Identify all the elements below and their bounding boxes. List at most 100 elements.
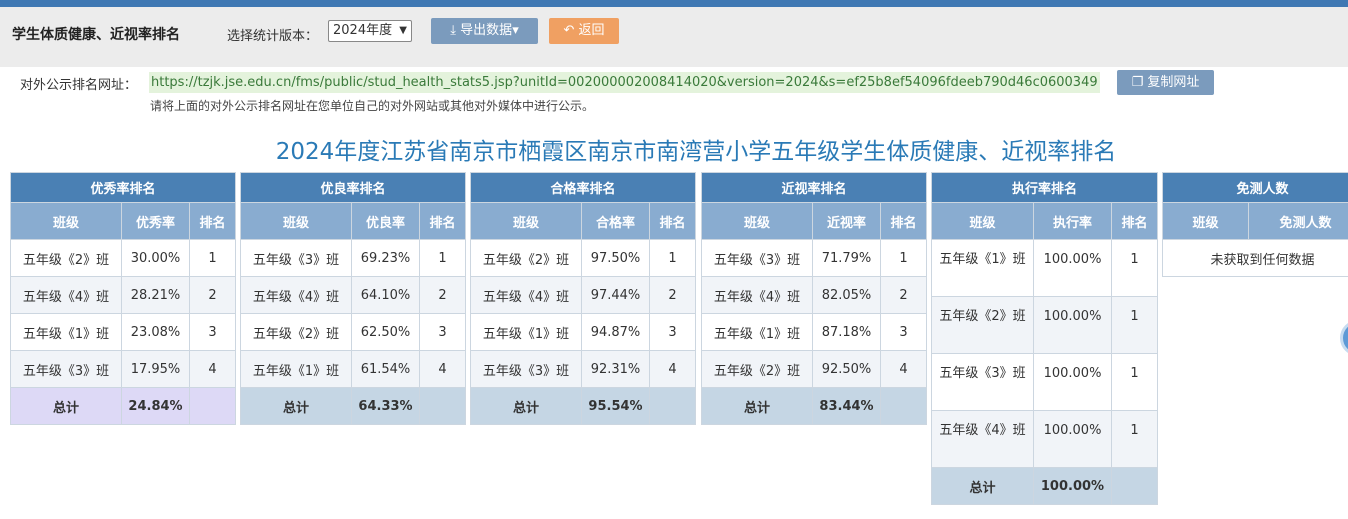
rank-cell: 3 (418, 313, 467, 351)
copy-url-button[interactable]: ❐ 复制网址 (1117, 70, 1214, 95)
class-cell: 五年级《2》班 (931, 296, 1034, 354)
table-row: 五年级《1》班 87.18% 3 (701, 313, 928, 351)
rank-cell: 4 (188, 350, 237, 388)
page-header: 学生体质健康、近视率排名 选择统计版本： 2024年度 ▼ ⤓ 导出数据▾ ↶ … (0, 7, 1348, 67)
total-value: 100.00% (1033, 467, 1112, 505)
excellent-rate-table: 优秀率排名 班级 优秀率 排名 五年级《2》班 30.00% 1 五年级《4》班 28… (9, 172, 237, 425)
export-data-button[interactable]: ⤓ 导出数据▾ (431, 18, 538, 44)
column-header: 优秀率 (121, 202, 190, 240)
column-header: 排名 (879, 202, 928, 240)
total-empty-cell (188, 387, 237, 425)
table-row: 五年级《1》班 94.87% 3 (470, 313, 697, 351)
public-url-hint: 请将上面的对外公示排名网址在您单位自己的对外网站或其他对外媒体中进行公示。 (150, 99, 595, 113)
table-row: 五年级《3》班 17.95% 4 (10, 350, 237, 388)
table-row: 五年级《4》班 28.21% 2 (10, 276, 237, 314)
back-label: 返回 (578, 23, 605, 38)
rank-cell: 1 (188, 239, 237, 277)
column-header: 近视率 (812, 202, 881, 240)
class-cell: 五年级《4》班 (701, 276, 813, 314)
table-row: 五年级《2》班 100.00% 1 (931, 296, 1159, 354)
class-cell: 五年级《3》班 (701, 239, 813, 277)
column-header: 班级 (240, 202, 352, 240)
rank-cell: 1 (1110, 296, 1159, 354)
total-empty-cell (648, 387, 697, 425)
page-title: 学生体质健康、近视率排名 (12, 27, 180, 43)
class-cell: 五年级《1》班 (470, 313, 582, 351)
rate-cell: 71.79% (812, 239, 881, 277)
column-header: 免测人数 (1247, 202, 1348, 240)
rank-cell: 1 (648, 239, 697, 277)
rank-cell: 4 (648, 350, 697, 388)
main-title: 2024年度江苏省南京市栖霞区南京市南湾营小学五年级学生体质健康、近视率排名 (275, 139, 1117, 165)
back-button[interactable]: ↶ 返回 (549, 18, 619, 44)
class-cell: 五年级《1》班 (240, 350, 352, 388)
rate-cell: 62.50% (351, 313, 420, 351)
rate-cell: 17.95% (121, 350, 190, 388)
class-cell: 五年级《4》班 (931, 410, 1034, 468)
exempt-table-clip: 免测人数 班级 免测人数 未获取到任何数据 (1162, 172, 1348, 282)
total-value: 83.44% (812, 387, 881, 425)
table-row: 五年级《1》班 61.54% 4 (240, 350, 467, 388)
total-row: 总计 24.84% (10, 387, 237, 425)
column-header: 班级 (470, 202, 582, 240)
rate-cell: 69.23% (351, 239, 420, 277)
total-empty-cell (879, 387, 928, 425)
column-header: 排名 (188, 202, 237, 240)
rate-cell: 87.18% (812, 313, 881, 351)
table-title: 优良率排名 (239, 172, 467, 203)
table-row: 五年级《4》班 100.00% 1 (931, 410, 1159, 468)
table-title: 近视率排名 (700, 172, 928, 203)
version-select[interactable]: 2024年度 ▼ (328, 20, 412, 42)
table-title: 合格率排名 (469, 172, 697, 203)
public-url-row: 对外公示排名网址： https://tzjk.jse.edu.cn/fms/pu… (0, 68, 1348, 118)
rate-cell: 64.10% (351, 276, 420, 314)
top-strip (0, 0, 1348, 7)
total-value: 95.54% (581, 387, 650, 425)
rate-cell: 97.50% (581, 239, 650, 277)
chevron-down-icon: ▼ (399, 25, 407, 36)
back-arrow-icon: ↶ (563, 23, 575, 38)
total-empty-cell (1110, 467, 1159, 505)
rank-cell: 1 (879, 239, 928, 277)
rank-cell: 1 (1110, 239, 1159, 297)
good-rate-table: 优良率排名 班级 优良率 排名 五年级《3》班 69.23% 1 五年级《4》班 64… (239, 172, 467, 425)
class-cell: 五年级《1》班 (701, 313, 813, 351)
class-cell: 五年级《2》班 (701, 350, 813, 388)
total-row: 总计 100.00% (931, 467, 1159, 505)
rank-cell: 4 (879, 350, 928, 388)
rate-cell: 28.21% (121, 276, 190, 314)
rate-cell: 97.44% (581, 276, 650, 314)
rate-cell: 94.87% (581, 313, 650, 351)
table-row: 五年级《2》班 30.00% 1 (10, 239, 237, 277)
class-cell: 五年级《3》班 (10, 350, 122, 388)
public-url-value[interactable]: https://tzjk.jse.edu.cn/fms/public/stud_… (149, 72, 1100, 93)
column-header: 排名 (1110, 202, 1159, 240)
column-header: 排名 (418, 202, 467, 240)
table-title: 免测人数 (1162, 172, 1348, 203)
total-row: 总计 83.44% (701, 387, 928, 425)
rank-cell: 2 (648, 276, 697, 314)
version-label: 选择统计版本： (227, 29, 319, 44)
column-header: 优良率 (351, 202, 420, 240)
rate-cell: 92.50% (812, 350, 881, 388)
table-row: 五年级《3》班 69.23% 1 (240, 239, 467, 277)
class-cell: 五年级《3》班 (470, 350, 582, 388)
column-header: 班级 (1162, 202, 1249, 240)
rate-cell: 30.00% (121, 239, 190, 277)
rate-cell: 82.05% (812, 276, 881, 314)
rate-cell: 61.54% (351, 350, 420, 388)
table-row: 五年级《1》班 23.08% 3 (10, 313, 237, 351)
total-label: 总计 (240, 387, 352, 425)
floating-action-button[interactable] (1340, 320, 1348, 356)
column-header: 合格率 (581, 202, 650, 240)
rank-cell: 3 (188, 313, 237, 351)
column-header: 班级 (10, 202, 122, 240)
table-row: 五年级《3》班 92.31% 4 (470, 350, 697, 388)
total-label: 总计 (931, 467, 1034, 505)
rate-cell: 100.00% (1033, 296, 1112, 354)
class-cell: 五年级《2》班 (470, 239, 582, 277)
total-row: 总计 95.54% (470, 387, 697, 425)
rate-cell: 23.08% (121, 313, 190, 351)
execution-rate-table: 执行率排名 班级 执行率 排名 五年级《1》班 100.00% 1 五年级《2》班 1… (930, 172, 1159, 505)
class-cell: 五年级《4》班 (240, 276, 352, 314)
